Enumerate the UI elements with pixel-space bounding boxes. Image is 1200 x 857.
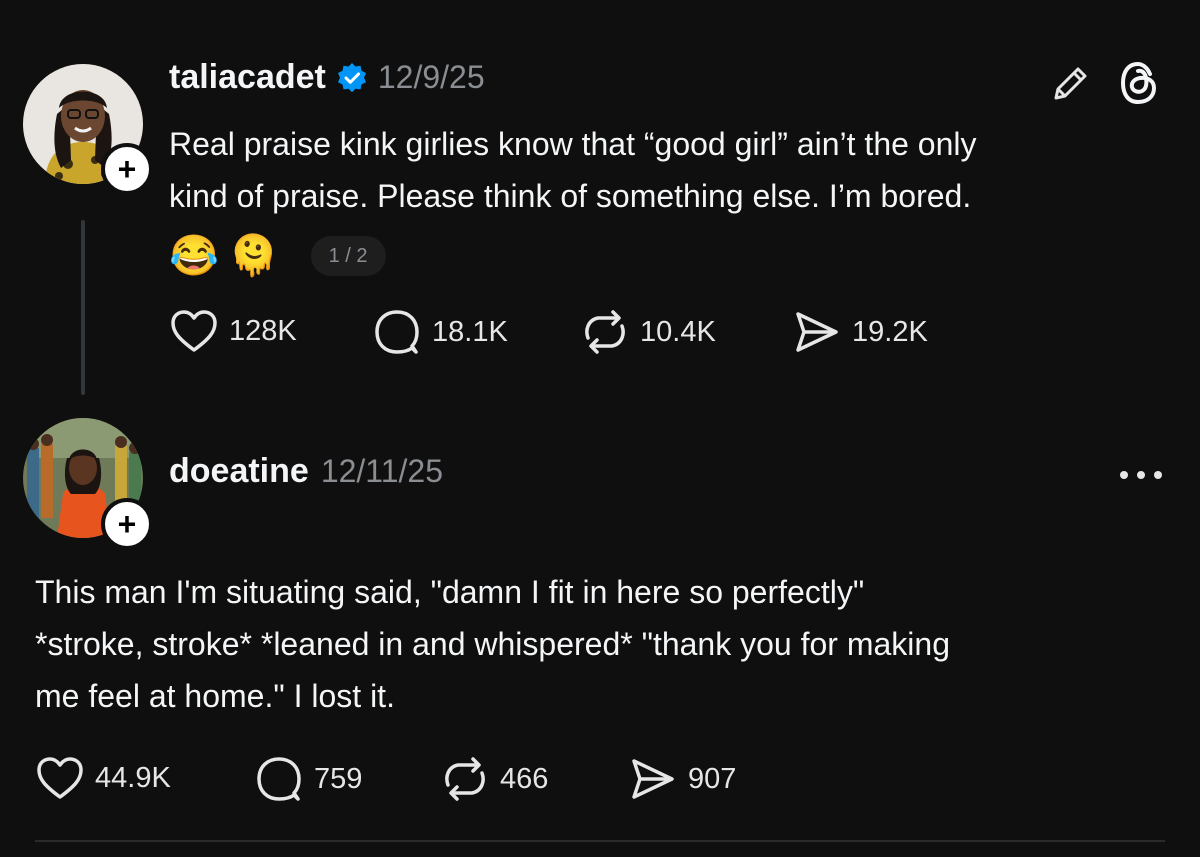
post-text: This man I'm situating said, "damn I fit…	[35, 574, 950, 714]
like-button[interactable]: 44.9K	[35, 755, 171, 801]
share-count: 19.2K	[852, 315, 928, 348]
heart-icon	[37, 757, 83, 799]
share-count: 907	[688, 762, 737, 795]
threads-logo-icon[interactable]	[1114, 58, 1164, 108]
repost-icon	[585, 310, 625, 354]
share-button[interactable]: 19.2K	[792, 308, 928, 356]
like-count: 44.9K	[95, 761, 171, 794]
reply-button[interactable]: 759	[254, 755, 362, 803]
like-count: 128K	[229, 314, 297, 347]
thread-connector-line	[81, 220, 85, 395]
post-date: 12/11/25	[320, 453, 443, 489]
follow-plus-button[interactable]: +	[101, 498, 153, 550]
comment-icon	[375, 310, 419, 354]
post-header: doeatine 12/11/25	[169, 452, 443, 491]
repost-count: 466	[500, 762, 549, 795]
repost-icon	[445, 757, 485, 801]
send-icon	[632, 759, 674, 799]
post-text: Real praise kink girlies know that “good…	[169, 126, 977, 214]
reply-count: 18.1K	[432, 315, 508, 348]
post-date: 12/9/25	[377, 59, 485, 95]
verified-badge-icon	[336, 62, 368, 94]
heart-icon	[171, 310, 217, 352]
username-taliacadet[interactable]: taliacadet	[169, 58, 326, 97]
post-divider	[35, 840, 1165, 842]
send-icon	[796, 312, 838, 352]
melting-face-icon: 🫠	[228, 234, 279, 278]
emoji-row: 😂 🫠 1 / 2	[169, 232, 386, 280]
reply-count: 759	[314, 762, 363, 795]
follow-plus-button[interactable]: +	[101, 143, 153, 195]
repost-count: 10.4K	[640, 315, 716, 348]
reply-button[interactable]: 18.1K	[372, 308, 508, 356]
repost-button[interactable]: 10.4K	[580, 308, 716, 356]
face-with-tears-of-joy-icon: 😂	[169, 234, 219, 278]
pencil-icon[interactable]	[1048, 60, 1094, 106]
repost-button[interactable]: 466	[440, 755, 548, 803]
share-button[interactable]: 907	[628, 755, 736, 803]
media-pager: 1 / 2	[310, 236, 386, 276]
like-button[interactable]: 128K	[169, 308, 297, 354]
post-header: taliacadet 12/9/25	[169, 58, 485, 97]
comment-icon	[257, 757, 301, 801]
username-doeatine[interactable]: doeatine	[169, 452, 309, 491]
more-dots-icon[interactable]	[1117, 463, 1165, 487]
